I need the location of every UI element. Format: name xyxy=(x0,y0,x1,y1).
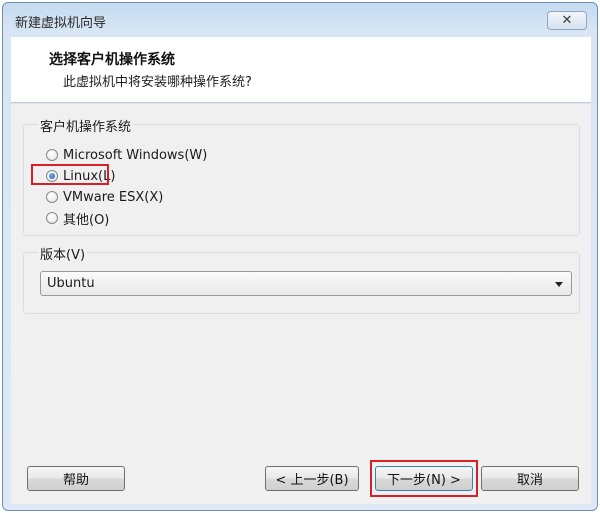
cancel-button[interactable]: 取消 xyxy=(481,466,579,491)
version-group-label: 版本(V) xyxy=(38,244,88,263)
radio-option-windows[interactable]: Microsoft Windows(W) xyxy=(46,146,207,164)
chevron-down-icon[interactable] xyxy=(555,282,563,287)
help-button[interactable]: 帮助 xyxy=(27,466,125,491)
wizard-header: 选择客户机操作系统 此虚拟机中将安装哪种操作系统? xyxy=(11,37,591,103)
button-bar: 帮助 < 上一步(B) 下一步(N) > 取消 xyxy=(11,455,591,503)
radio-label-windows: Microsoft Windows(W) xyxy=(63,147,208,163)
title-bar: 新建虚拟机向导 ✕ xyxy=(3,3,597,37)
guest-os-group: 客户机操作系统 Microsoft Windows(W) Linux(L) VM… xyxy=(23,116,580,236)
radio-option-other[interactable]: 其他(O) xyxy=(46,209,110,228)
window-title: 新建虚拟机向导 xyxy=(15,16,107,31)
radio-label-linux: Linux(L) xyxy=(63,168,116,184)
close-icon: ✕ xyxy=(561,13,573,28)
radio-button-vmware-esx[interactable] xyxy=(46,191,58,203)
radio-button-linux[interactable] xyxy=(46,170,58,182)
radio-label-vmware-esx: VMware ESX(X) xyxy=(63,189,164,205)
radio-button-other[interactable] xyxy=(46,212,58,224)
version-select[interactable]: Ubuntu xyxy=(40,271,572,296)
page-subtitle: 此虚拟机中将安装哪种操作系统? xyxy=(63,75,252,90)
radio-option-linux[interactable]: Linux(L) xyxy=(46,167,115,185)
version-group: 版本(V) Ubuntu xyxy=(23,244,580,314)
page-title: 选择客户机操作系统 xyxy=(49,52,175,68)
next-button[interactable]: 下一步(N) > xyxy=(375,466,473,491)
back-button[interactable]: < 上一步(B) xyxy=(265,466,359,491)
close-button[interactable]: ✕ xyxy=(547,11,587,30)
radio-button-windows[interactable] xyxy=(46,149,58,161)
radio-selected-dot xyxy=(49,173,55,179)
guest-os-group-label: 客户机操作系统 xyxy=(38,116,134,135)
wizard-window: 新建虚拟机向导 ✕ 选择客户机操作系统 此虚拟机中将安装哪种操作系统? 客户机操… xyxy=(2,2,598,511)
version-select-value: Ubuntu xyxy=(47,276,95,291)
wizard-content: 客户机操作系统 Microsoft Windows(W) Linux(L) VM… xyxy=(11,104,591,504)
radio-option-vmware-esx[interactable]: VMware ESX(X) xyxy=(46,188,163,206)
radio-label-other: 其他(O) xyxy=(63,212,110,228)
